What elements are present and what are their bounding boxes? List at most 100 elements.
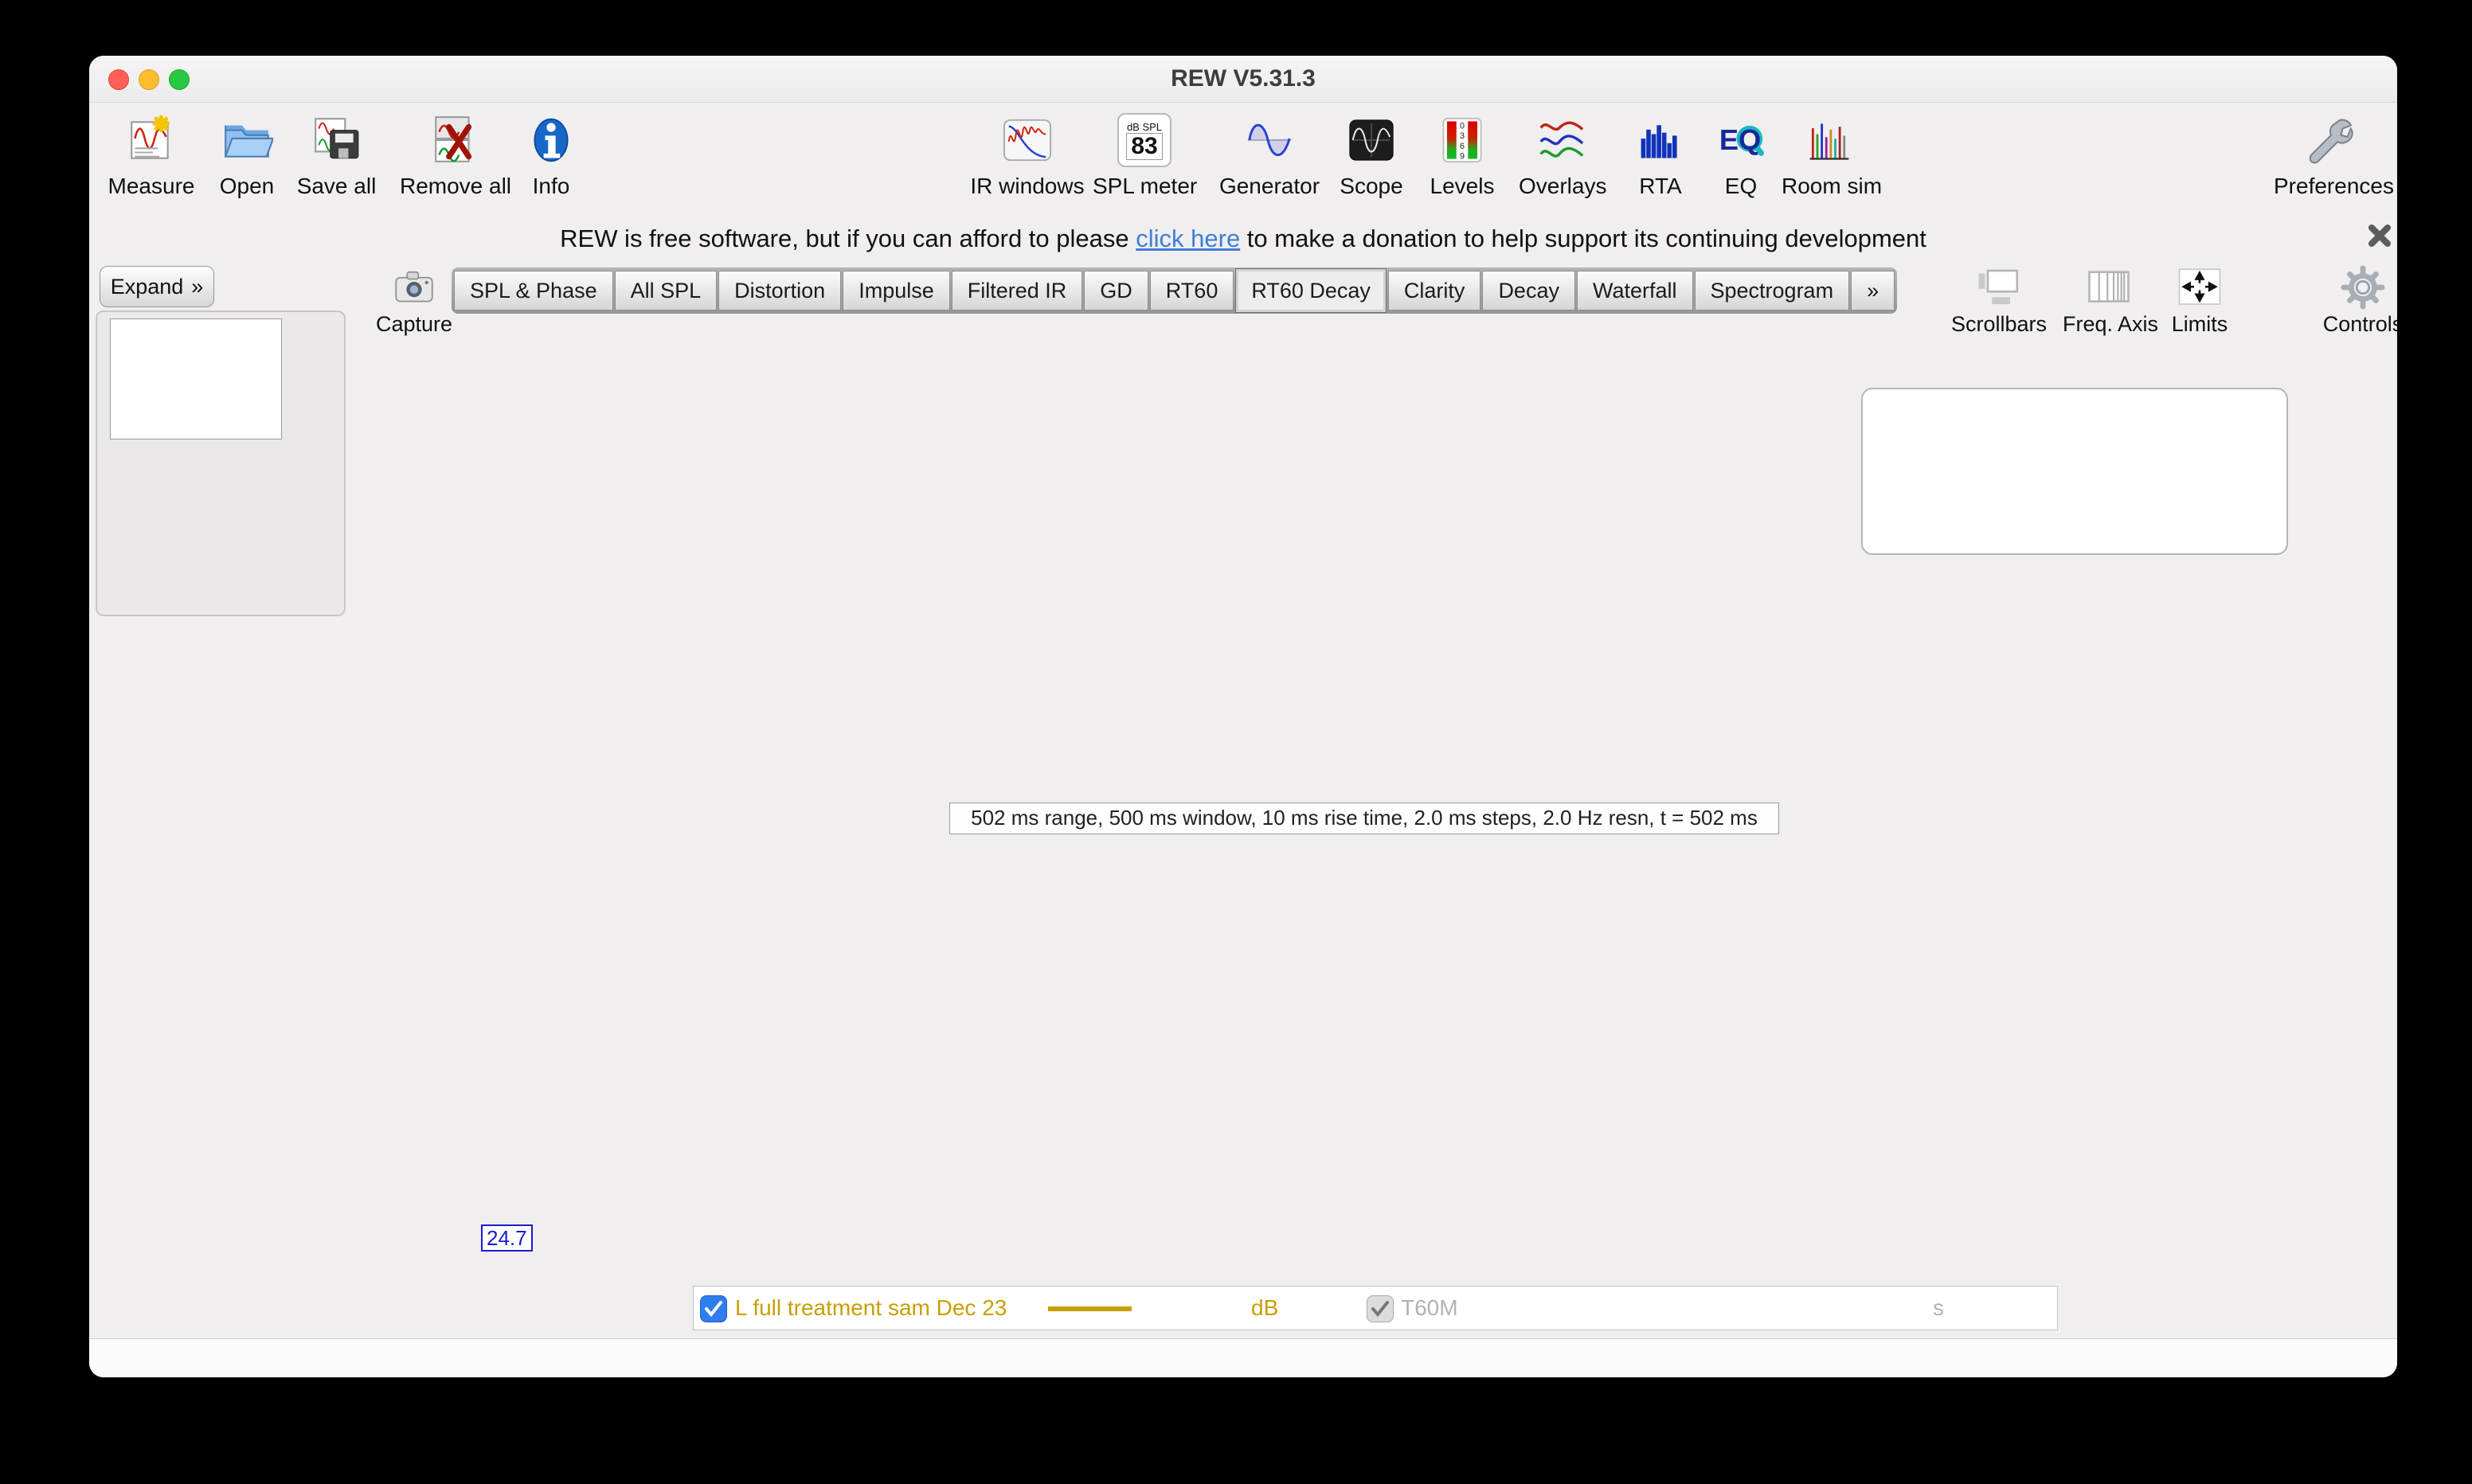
tab-impulse[interactable]: Impulse [843, 271, 950, 310]
preferences-button[interactable]: Preferences [2274, 111, 2385, 217]
room-sim-icon [1782, 111, 1877, 169]
series-visibility-checkbox[interactable] [700, 1295, 727, 1322]
gear-icon [2311, 264, 2397, 310]
spl-meter-button[interactable]: dB SPL83 SPL meter [1093, 111, 1196, 217]
legend-series1-line-sample [1048, 1306, 1132, 1311]
tab-waterfall[interactable]: Waterfall [1577, 271, 1693, 310]
scrollbars-button[interactable]: Scrollbars [1951, 264, 2047, 337]
measurement-thumbnail[interactable] [110, 318, 282, 439]
toolbar-label: Measure [108, 174, 195, 199]
tab-spl-phase[interactable]: SPL & Phase [454, 271, 613, 310]
donation-link[interactable]: click here [1136, 225, 1240, 252]
tab-spectrogram[interactable]: Spectrogram [1695, 271, 1850, 310]
save-all-icon [287, 111, 386, 169]
controls-button[interactable]: Controls [2311, 264, 2397, 337]
tab-clarity[interactable]: Clarity [1388, 271, 1481, 310]
room-sim-button[interactable]: Room sim [1782, 111, 1877, 217]
remove-all-icon [388, 111, 523, 169]
measure-icon [108, 111, 195, 169]
legend-series2-label: T60M [1401, 1295, 1458, 1321]
rta-icon [1633, 111, 1688, 169]
freq-axis-button[interactable]: Freq. Axis [2063, 264, 2155, 337]
toolbar-label: Room sim [1782, 174, 1877, 199]
tab-rt60-decay[interactable]: RT60 Decay [1235, 268, 1387, 313]
tab-filtered-ir[interactable]: Filtered IR [952, 271, 1083, 310]
toolbar-label: Save all [287, 174, 386, 199]
legend-series1-unit: dB [1251, 1295, 1278, 1321]
eq-button[interactable]: EQ EQ [1717, 111, 1765, 217]
overlays-icon [1519, 111, 1606, 169]
svg-text:9: 9 [1460, 152, 1465, 162]
toolbar-label: EQ [1717, 174, 1765, 199]
toolbar-label: Info [523, 174, 579, 199]
rta-button[interactable]: RTA [1633, 111, 1688, 217]
tool-label: Freq. Axis [2063, 312, 2155, 337]
overlays-button[interactable]: Overlays [1519, 111, 1606, 217]
svg-text:6: 6 [1460, 142, 1465, 151]
save-all-button[interactable]: Save all [287, 111, 386, 217]
tab-decay[interactable]: Decay [1482, 271, 1575, 310]
toolbar-label: Generator [1218, 174, 1321, 199]
levels-button[interactable]: 0369 Levels [1426, 111, 1498, 217]
svg-text:0: 0 [1460, 122, 1465, 131]
info-icon [523, 111, 579, 169]
tab-distortion[interactable]: Distortion [718, 271, 841, 310]
generator-icon [1218, 111, 1321, 169]
levels-icon: 0369 [1426, 111, 1498, 169]
close-banner-icon[interactable] [2364, 220, 2396, 252]
limits-button[interactable]: Limits [2160, 264, 2239, 337]
capture-button[interactable]: Capture [376, 264, 452, 337]
toolbar-label: Levels [1426, 174, 1498, 199]
scrollbars-icon [1951, 264, 2047, 310]
remove-all-button[interactable]: Remove all [388, 111, 523, 217]
ir-windows-icon [968, 111, 1087, 169]
legend-series1-label: L full treatment sam Dec 23 [735, 1295, 1007, 1321]
tool-label: Scrollbars [1951, 312, 2047, 337]
toolbar-label: RTA [1633, 174, 1688, 199]
freq-axis-icon [2063, 264, 2155, 310]
toolbar-label: IR windows [968, 174, 1087, 199]
svg-text:EQ: EQ [1719, 123, 1761, 156]
donation-banner: REW is free software, but if you can aff… [89, 215, 2397, 263]
thumbnail-response-plot [111, 319, 280, 437]
cursor-frequency-label: 24.7 [481, 1224, 533, 1252]
tab-rt60[interactable]: RT60 [1150, 271, 1234, 310]
toolbar-label: Scope [1336, 174, 1407, 199]
app-window: REW V5.31.3 Measure OpenSave allRemove al… [89, 56, 2397, 1377]
generator-button[interactable]: Generator [1218, 111, 1321, 217]
status-bar [89, 1338, 2397, 1377]
donation-text-before: REW is free software, but if you can aff… [560, 225, 1136, 252]
window-title: REW V5.31.3 [89, 65, 2397, 92]
measure-button[interactable]: Measure [108, 111, 195, 217]
waterfall-settings-annotation: 502 ms range, 500 ms window, 10 ms rise … [949, 803, 1779, 834]
spl-meter-icon: dB SPL83 [1093, 111, 1196, 169]
svg-text:3: 3 [1460, 131, 1465, 141]
tool-label: Limits [2160, 312, 2239, 337]
expand-button[interactable]: Expand» [100, 266, 214, 307]
ir-windows-button[interactable]: IR windows [968, 111, 1087, 217]
measurement-card-1[interactable] [96, 310, 346, 616]
tab-all-spl[interactable]: All SPL [615, 271, 718, 310]
tab-gd[interactable]: GD [1084, 271, 1148, 310]
wrench-icon [2274, 111, 2385, 169]
eq-icon: EQ [1717, 111, 1765, 169]
donation-text-after: to make a donation to help support its c… [1240, 225, 1926, 252]
title-bar: REW V5.31.3 [89, 56, 2397, 103]
rt60-stats-table [1861, 388, 2288, 555]
open-icon [211, 111, 283, 169]
scope-button[interactable]: Scope [1336, 111, 1407, 217]
open-button[interactable]: Open [211, 111, 283, 217]
graph-tab-bar: SPL & PhaseAll SPLDistortionImpulseFilte… [452, 268, 1897, 314]
t60m-visibility-checkbox[interactable] [1367, 1295, 1394, 1322]
legend-series2-unit: s [1933, 1295, 1944, 1321]
toolbar-label: Remove all [388, 174, 523, 199]
toolbar-label: Open [211, 174, 283, 199]
info-button[interactable]: Info [523, 111, 579, 217]
toolbar-label: Overlays [1519, 174, 1606, 199]
scope-icon [1336, 111, 1407, 169]
camera-icon [376, 264, 452, 310]
tab-overflow[interactable]: » [1851, 271, 1895, 310]
toolbar-label: SPL meter [1093, 174, 1196, 199]
spl-meter-badge: dB SPL [1127, 121, 1162, 133]
spl-meter-readout: dB SPL83 [1117, 113, 1171, 167]
